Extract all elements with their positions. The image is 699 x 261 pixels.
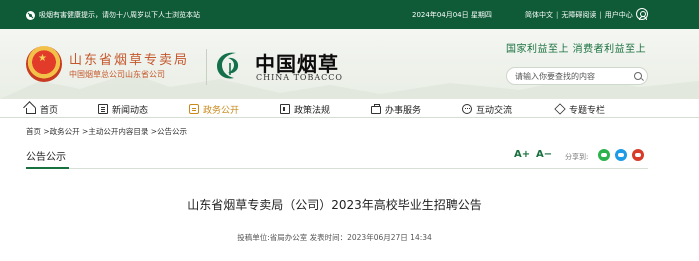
nav-item-label: 专题专栏 — [569, 105, 606, 116]
health-notice: 吸烟有害健康提示，请勿十八周岁以下人士浏览本站 — [26, 10, 200, 20]
search-icon[interactable] — [634, 72, 642, 80]
health-notice-text: 吸烟有害健康提示，请勿十八周岁以下人士浏览本站 — [39, 11, 200, 19]
nav-item-news[interactable]: 新闻动态 — [98, 103, 149, 116]
nav-item-label: 政务公开 — [203, 105, 240, 116]
news-icon — [98, 104, 108, 114]
nav-item-service[interactable]: 办事服务 — [371, 103, 422, 116]
national-emblem-icon — [26, 46, 62, 82]
nav-item-label: 互动交流 — [476, 105, 513, 116]
nav-item-label: 办事服务 — [385, 105, 422, 116]
nav-item-policy[interactable]: 政策法规 — [280, 103, 331, 116]
article-meta: 投稿单位:省局办公室 发表时间：2023年06月27日 14:34 — [237, 233, 432, 242]
main-nav: 首页 新闻动态 政务公开 政策法规 办事服务 互动交流 专题专栏 — [0, 99, 699, 118]
chat-icon — [462, 104, 472, 114]
separator: | — [556, 11, 559, 19]
font-increase-button[interactable]: A+ — [514, 149, 530, 160]
policy-icon — [280, 104, 290, 114]
home-icon — [26, 108, 36, 114]
current-date: 2024年04月04日 星期四 — [412, 11, 492, 19]
nav-item-gov-open[interactable]: 政务公开 — [189, 103, 240, 116]
china-tobacco-logo-icon[interactable] — [214, 49, 244, 81]
nav-item-label: 新闻动态 — [112, 105, 149, 116]
site-banner: 山东省烟草专卖局 中国烟草总公司山东省公司 中国烟草 CHINA TOBACCO… — [0, 29, 699, 99]
service-icon — [371, 104, 381, 114]
weibo-share-icon[interactable] — [632, 149, 644, 161]
nav-item-home[interactable]: 首页 — [26, 103, 59, 116]
nav-item-label: 政策法规 — [294, 105, 331, 116]
nav-item-interaction[interactable]: 互动交流 — [462, 103, 513, 116]
article-title: 山东省烟草专卖局（公司）2023年高校毕业生招聘公告 — [187, 198, 482, 212]
logo-divider — [206, 49, 207, 85]
font-decrease-button[interactable]: A− — [536, 149, 552, 160]
search-box — [506, 67, 648, 85]
user-icon[interactable] — [636, 8, 648, 20]
china-tobacco-en-name: CHINA TOBACCO — [256, 73, 343, 82]
slogan: 国家利益至上 消费者利益至上 — [506, 44, 647, 55]
breadcrumb[interactable]: 首页 >政务公开 >主动公开内容目录 >公告公示 — [26, 126, 187, 137]
org-name: 山东省烟草专卖局 — [69, 53, 190, 68]
search-input[interactable] — [515, 71, 630, 82]
section-title-underline — [26, 167, 69, 169]
gov-open-icon — [189, 104, 199, 114]
separator: | — [599, 11, 602, 19]
top-utility-bar: 吸烟有害健康提示，请勿十八周岁以下人士浏览本站 2024年04月04日 星期四 … — [0, 0, 699, 29]
topic-icon — [554, 103, 566, 115]
section-title: 公告公示 — [26, 152, 66, 163]
qq-share-icon[interactable] — [615, 149, 627, 161]
org-company-name: 中国烟草总公司山东省公司 — [69, 70, 165, 79]
link-simplified-chinese[interactable]: 简体中文 — [525, 10, 553, 20]
wechat-share-icon[interactable] — [598, 149, 610, 161]
top-links: 简体中文 | 无障碍阅读 | 用户中心 — [525, 10, 633, 20]
section-divider — [26, 168, 648, 169]
link-accessible-reading[interactable]: 无障碍阅读 — [561, 10, 596, 20]
share-label: 分享到: — [565, 153, 589, 161]
link-user-center[interactable]: 用户中心 — [605, 10, 633, 20]
no-smoking-icon — [26, 10, 35, 20]
nav-item-label: 首页 — [40, 105, 59, 116]
nav-item-topics[interactable]: 专题专栏 — [554, 103, 606, 116]
